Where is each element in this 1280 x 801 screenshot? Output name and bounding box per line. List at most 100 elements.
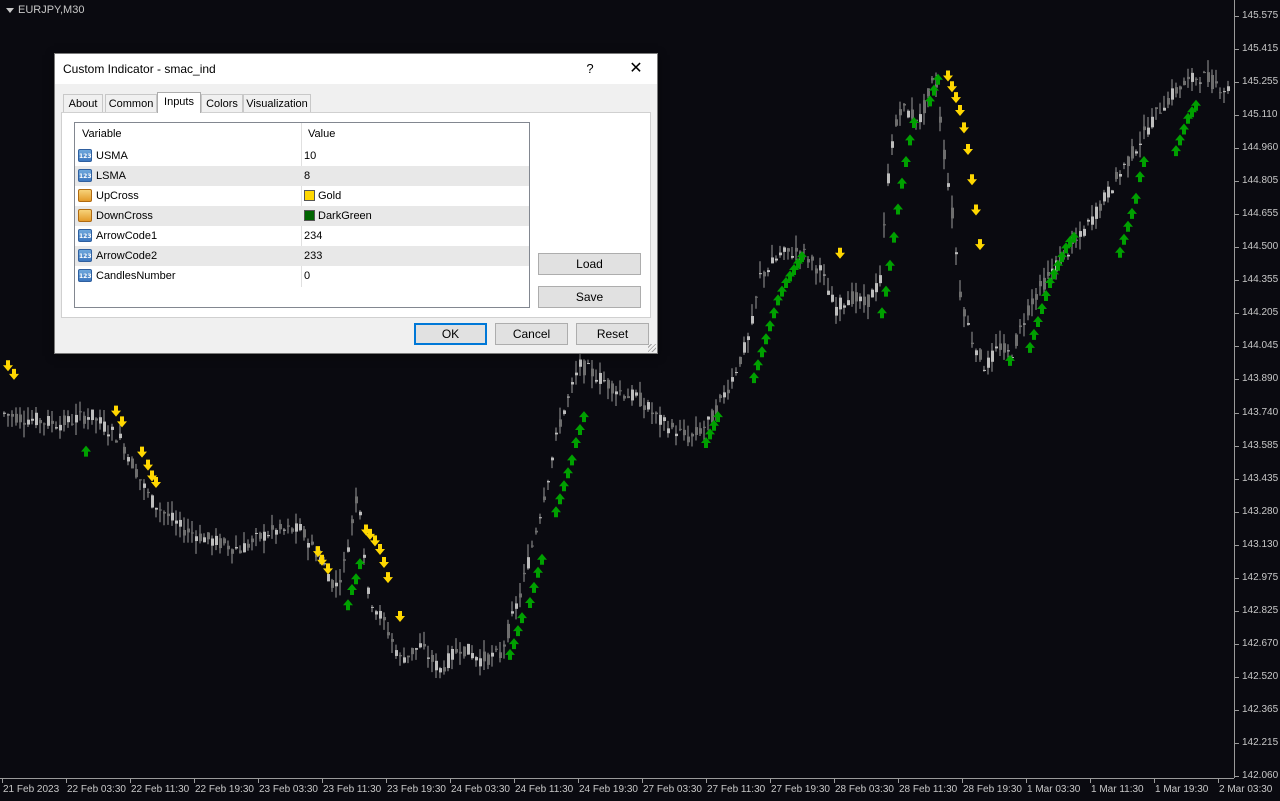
time-label: 28 Feb 11:30 <box>899 784 958 795</box>
input-row-upcross[interactable]: UpCross Gold <box>75 186 529 206</box>
candle-body <box>79 411 82 413</box>
candle-body <box>979 349 982 360</box>
column-header-value[interactable]: Value <box>308 128 335 140</box>
candle-body <box>99 417 102 424</box>
input-row-lsma[interactable]: 123 LSMA 8 <box>75 166 529 186</box>
candle-body <box>471 653 474 659</box>
up-arrow-signal <box>347 584 357 596</box>
input-row-arrowcode1[interactable]: 123 ArrowCode1 234 <box>75 226 529 246</box>
load-button[interactable]: Load <box>538 253 641 275</box>
candle-body <box>171 512 174 521</box>
up-arrow-signal <box>529 581 539 593</box>
param-value[interactable]: 233 <box>304 250 322 262</box>
param-value[interactable]: 234 <box>304 230 322 242</box>
up-arrow-signal <box>555 493 565 505</box>
time-tick <box>66 779 67 783</box>
resize-grip-icon[interactable] <box>648 344 656 352</box>
time-tick <box>258 779 259 783</box>
param-value[interactable]: Gold <box>304 190 341 202</box>
candle-body <box>815 268 818 274</box>
price-label: 144.805 <box>1242 175 1279 187</box>
price-label: 142.520 <box>1242 670 1279 682</box>
candle-body <box>903 103 906 106</box>
candle-body <box>491 652 494 657</box>
down-arrow-signal <box>383 572 393 584</box>
time-label: 23 Feb 19:30 <box>387 784 446 795</box>
reset-button[interactable]: Reset <box>576 323 649 345</box>
down-arrow-signal <box>975 239 985 251</box>
candle-body <box>303 529 306 538</box>
input-row-usma[interactable]: 123 USMA 10 <box>75 146 529 166</box>
save-button[interactable]: Save <box>538 286 641 308</box>
candle-body <box>55 427 58 429</box>
candle-body <box>499 652 502 659</box>
time-tick <box>706 779 707 783</box>
inputs-panel: Variable Value 123 USMA 10 123 LSMA 8 Up… <box>61 112 651 318</box>
candle-body <box>243 543 246 553</box>
param-value[interactable]: 8 <box>304 170 310 182</box>
input-row-arrowcode2[interactable]: 123 ArrowCode2 233 <box>75 246 529 266</box>
input-row-candlesnumber[interactable]: 123 CandlesNumber 0 <box>75 266 529 286</box>
candle-body <box>579 359 582 367</box>
close-button[interactable]: ✕ <box>621 57 651 81</box>
candle-body <box>195 536 198 542</box>
ok-button[interactable]: OK <box>414 323 487 345</box>
param-value[interactable]: DarkGreen <box>304 210 372 222</box>
candle-body <box>1107 186 1110 198</box>
candle-body <box>39 419 42 424</box>
tab-about[interactable]: About <box>63 94 103 112</box>
candle-body <box>607 379 610 389</box>
tab-visualization[interactable]: Visualization <box>243 94 311 112</box>
up-arrow-signal <box>505 648 515 660</box>
price-label: 142.215 <box>1242 736 1279 748</box>
down-arrow-signal <box>9 368 19 380</box>
down-arrow-signal <box>947 81 957 93</box>
candle-body <box>1039 280 1042 287</box>
dialog-titlebar[interactable]: Custom Indicator - smac_ind ? ✕ <box>55 54 657 84</box>
tab-inputs[interactable]: Inputs <box>157 92 201 113</box>
price-tick <box>1235 643 1239 645</box>
help-button[interactable]: ? <box>575 57 605 81</box>
candle-body <box>227 545 230 550</box>
candle-body <box>479 658 482 667</box>
candle-body <box>115 440 118 443</box>
up-arrow-signal <box>1171 145 1181 157</box>
price-tick <box>1235 610 1239 612</box>
candle-body <box>419 643 422 648</box>
param-value[interactable]: 0 <box>304 270 310 282</box>
candle-body <box>287 525 290 527</box>
input-row-downcross[interactable]: DownCross DarkGreen <box>75 206 529 226</box>
column-header-variable[interactable]: Variable <box>82 128 122 140</box>
candle-body <box>503 644 506 647</box>
price-label: 143.435 <box>1242 472 1279 484</box>
tab-colors[interactable]: Colors <box>201 94 243 112</box>
candle-body <box>951 207 954 219</box>
candle-body <box>683 429 686 436</box>
candle-body <box>67 416 70 423</box>
param-value[interactable]: 10 <box>304 150 316 162</box>
candle-body <box>927 88 930 97</box>
time-label: 28 Feb 19:30 <box>963 784 1022 795</box>
candle-body <box>1115 171 1118 179</box>
candle-body <box>451 648 454 660</box>
up-arrow-signal <box>533 566 543 578</box>
down-arrow-signal <box>143 459 153 471</box>
candle-body <box>1187 76 1190 80</box>
cancel-button[interactable]: Cancel <box>495 323 568 345</box>
candle-body <box>507 623 510 639</box>
price-tick <box>1235 544 1239 546</box>
candle-body <box>555 432 558 435</box>
candle-body <box>339 579 342 583</box>
tab-common[interactable]: Common <box>105 94 157 112</box>
candle-body <box>539 517 542 519</box>
candle-body <box>51 420 54 424</box>
price-tick <box>1235 709 1239 711</box>
time-label: 27 Feb 19:30 <box>771 784 830 795</box>
time-tick <box>1026 779 1027 783</box>
up-arrow-signal <box>1135 171 1145 183</box>
candle-body <box>1083 228 1086 236</box>
up-arrow-signal <box>1175 134 1185 146</box>
down-arrow-signal <box>955 105 965 117</box>
up-arrow-signal <box>885 259 895 271</box>
numeric-param-icon: 123 <box>78 149 92 162</box>
